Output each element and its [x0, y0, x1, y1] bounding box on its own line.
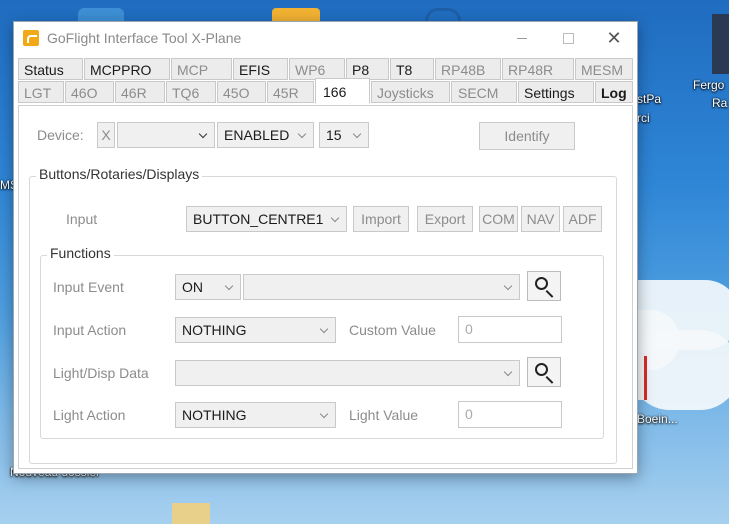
import-button[interactable]: Import — [353, 206, 409, 232]
window-title: GoFlight Interface Tool X-Plane — [47, 30, 242, 46]
functions-group: Functions Input Event ON Input Action NO… — [40, 245, 604, 439]
light-action-value: NOTHING — [182, 407, 247, 423]
chevron-down-icon — [198, 129, 208, 139]
search-icon — [535, 277, 548, 290]
maximize-button[interactable] — [545, 22, 591, 54]
export-button[interactable]: Export — [417, 206, 473, 232]
desktop-label-ra[interactable]: Ra — [712, 96, 727, 110]
identify-button[interactable]: Identify — [479, 122, 575, 150]
custom-value-label: Custom Value — [349, 322, 436, 338]
desktop-label-fergo[interactable]: Fergo — [693, 78, 724, 92]
tab-efis[interactable]: EFIS — [233, 58, 288, 80]
chevron-down-icon — [319, 409, 329, 419]
com-button[interactable]: COM — [479, 206, 518, 232]
chevron-down-icon — [297, 129, 307, 139]
tab-166[interactable]: 166 — [315, 78, 370, 104]
light-value-label: Light Value — [349, 407, 419, 423]
tab-secm[interactable]: SECM — [451, 81, 517, 103]
desktop-label-stpa[interactable]: stPa — [637, 92, 661, 106]
tab-rp48b[interactable]: RP48B — [435, 58, 501, 80]
tab-t8[interactable]: T8 — [390, 58, 434, 80]
desktop-app-icon[interactable] — [78, 8, 124, 21]
input-label: Input — [66, 211, 98, 227]
maximize-icon — [563, 33, 574, 44]
tab-joysticks[interactable]: Joysticks — [371, 81, 450, 103]
close-button[interactable]: ✕ — [591, 22, 637, 54]
tab-mcppro[interactable]: MCPPRO — [84, 58, 170, 80]
device-status-value: ENABLED — [224, 127, 290, 143]
tab-lgt[interactable]: LGT — [18, 81, 64, 103]
desktop-label-boein[interactable]: Boein... — [637, 412, 678, 426]
device-status-select[interactable]: ENABLED — [217, 122, 314, 148]
light-disp-data-select[interactable] — [175, 360, 520, 386]
chevron-down-icon — [319, 324, 329, 334]
chevron-down-icon — [503, 367, 513, 377]
desktop-label-rci[interactable]: rci — [637, 111, 650, 125]
tab-45r[interactable]: 45R — [267, 81, 314, 103]
chevron-down-icon — [224, 281, 234, 291]
tab-content-panel: Device: X ENABLED 15 Identify Buttons/Ro… — [18, 105, 633, 469]
device-label: Device: — [37, 127, 84, 143]
minimize-button[interactable] — [499, 22, 545, 54]
tab-log[interactable]: Log — [595, 81, 633, 103]
tab-mcp[interactable]: MCP — [171, 58, 232, 80]
input-event-label: Input Event — [53, 279, 124, 295]
tab-settings[interactable]: Settings — [518, 81, 594, 103]
device-select[interactable] — [117, 122, 215, 148]
desktop-plane-icon[interactable] — [172, 503, 210, 524]
tab-status[interactable]: Status — [18, 58, 83, 80]
input-action-label: Input Action — [53, 322, 127, 338]
search-icon — [535, 363, 548, 376]
minimize-icon — [517, 38, 527, 39]
nav-button[interactable]: NAV — [521, 206, 560, 232]
light-value-input[interactable]: 0 — [458, 401, 562, 428]
group-title: Functions — [47, 245, 114, 261]
tab-p8[interactable]: P8 — [346, 58, 389, 80]
chevron-down-icon — [330, 213, 340, 223]
desktop-shortcut-icon[interactable] — [712, 14, 729, 74]
adf-button[interactable]: ADF — [563, 206, 602, 232]
light-action-label: Light Action — [53, 407, 126, 423]
light-disp-data-label: Light/Disp Data — [53, 365, 149, 381]
input-select[interactable]: BUTTON_CENTRE1 — [186, 206, 347, 232]
app-window: GoFlight Interface Tool X-Plane ✕ Status… — [13, 21, 638, 474]
tab-46r[interactable]: 46R — [115, 81, 165, 103]
tab-rp48r[interactable]: RP48R — [502, 58, 574, 80]
tab-45o[interactable]: 45O — [217, 81, 266, 103]
chevron-down-icon — [352, 129, 362, 139]
buttons-rotaries-displays-group: Buttons/Rotaries/Displays Input BUTTON_C… — [29, 166, 617, 464]
tab-46o[interactable]: 46O — [65, 81, 114, 103]
device-number-select[interactable]: 15 — [319, 122, 369, 148]
device-number-value: 15 — [326, 127, 342, 143]
light-action-select[interactable]: NOTHING — [175, 402, 336, 428]
desktop-recycle-icon[interactable] — [425, 8, 461, 21]
custom-value-input[interactable]: 0 — [458, 316, 562, 343]
input-event-search-button[interactable] — [527, 271, 561, 301]
goflight-app-icon — [23, 30, 39, 46]
input-action-select[interactable]: NOTHING — [175, 317, 336, 343]
input-event-data-select[interactable] — [243, 274, 520, 300]
chevron-down-icon — [503, 281, 513, 291]
input-event-value: ON — [182, 279, 203, 295]
input-action-value: NOTHING — [182, 322, 247, 338]
input-event-select[interactable]: ON — [175, 274, 241, 300]
desktop-folder-icon[interactable] — [272, 8, 320, 21]
light-disp-search-button[interactable] — [527, 357, 561, 387]
tab-mesm[interactable]: MESM — [575, 58, 633, 80]
title-bar[interactable]: GoFlight Interface Tool X-Plane ✕ — [14, 22, 637, 54]
tab-tq6[interactable]: TQ6 — [166, 81, 216, 103]
group-title: Buttons/Rotaries/Displays — [36, 166, 203, 182]
tab-wp6[interactable]: WP6 — [289, 58, 345, 80]
device-x-button[interactable]: X — [97, 122, 115, 148]
input-select-value: BUTTON_CENTRE1 — [193, 211, 324, 227]
